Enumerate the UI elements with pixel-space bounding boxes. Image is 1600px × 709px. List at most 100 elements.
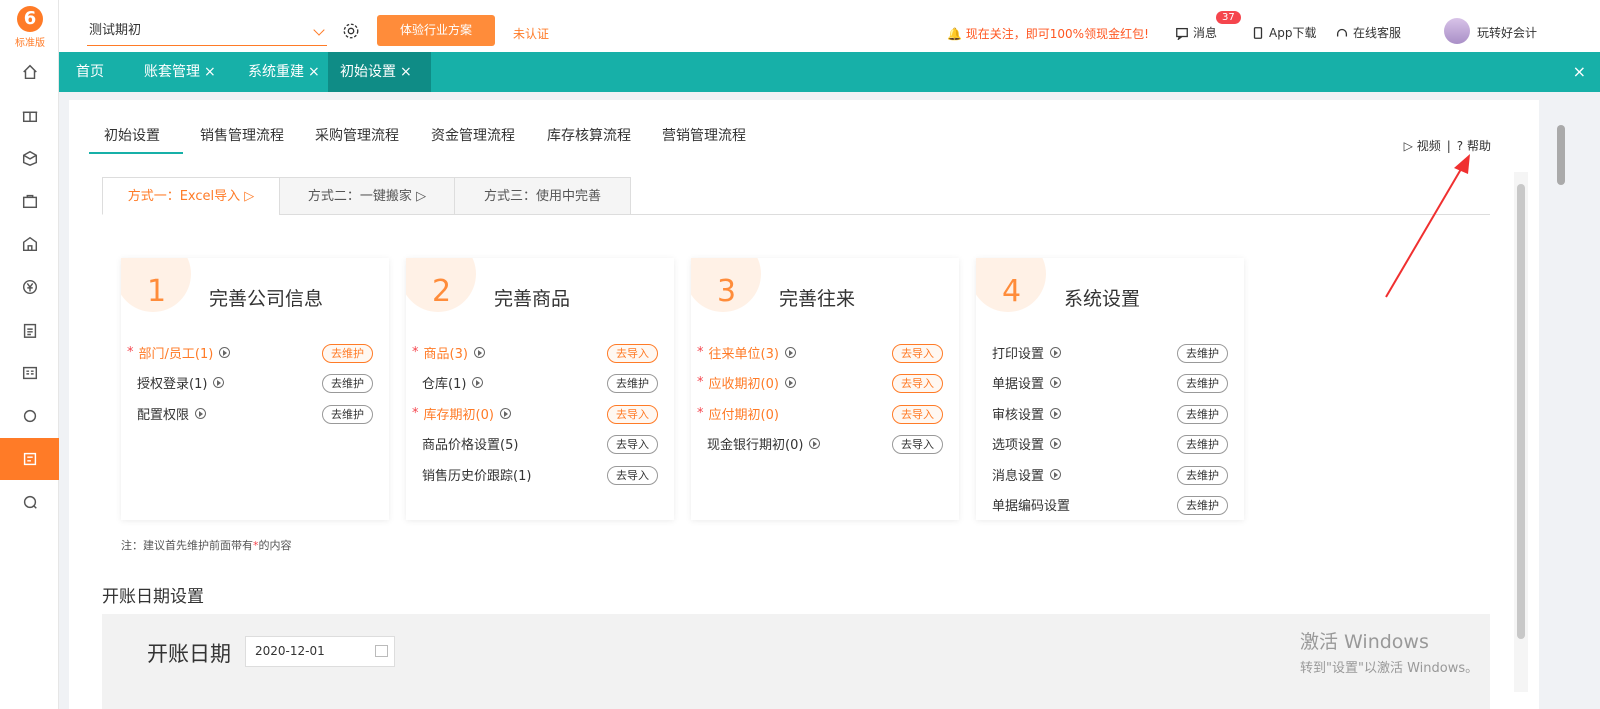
date-section-title: 开账日期设置 xyxy=(102,587,204,607)
card-item[interactable]: 授权登录(1) xyxy=(137,373,225,393)
maintain-button[interactable]: 去维护 xyxy=(322,374,373,394)
card-item[interactable]: * 应收期初(0) xyxy=(697,373,796,392)
maintain-button[interactable]: 去维护 xyxy=(1177,344,1228,363)
subtab-sales-flow[interactable]: 销售管理流程 xyxy=(200,125,284,145)
top-bar: 测试期初 体验行业方案 未认证 🔔 现在关注，即可100%领现金红包! 消息 3… xyxy=(59,0,1600,52)
mode-tab-excel[interactable]: 方式一：Excel导入 ▷ xyxy=(102,177,280,215)
card-item-label: 商品价格设置(5) xyxy=(422,438,519,454)
subtab-funds-flow[interactable]: 资金管理流程 xyxy=(431,125,515,145)
play-circle-icon[interactable] xyxy=(1050,347,1062,358)
play-circle-icon[interactable] xyxy=(499,407,511,419)
date-section: 开账日期 2020-12-01 xyxy=(102,614,1490,709)
building-icon[interactable] xyxy=(0,223,59,265)
card-item[interactable]: 仓库(1) xyxy=(422,373,484,392)
box-icon[interactable] xyxy=(0,137,59,179)
mode-tab-one-click[interactable]: 方式二：一键搬家 ▷ xyxy=(279,177,455,215)
promo-link[interactable]: 🔔 现在关注，即可100%领现金红包! xyxy=(947,25,1149,42)
play-circle-icon[interactable] xyxy=(1050,468,1062,480)
scroll-thumb[interactable] xyxy=(1517,184,1525,639)
subtab-purchase-flow[interactable]: 采购管理流程 xyxy=(315,125,399,145)
import-button[interactable]: 去导入 xyxy=(892,344,943,363)
import-button[interactable]: 去导入 xyxy=(607,435,658,455)
card-item[interactable]: * 库存期初(0) xyxy=(412,404,511,423)
bag-icon[interactable] xyxy=(0,180,59,222)
play-circle-icon[interactable] xyxy=(473,347,485,358)
tab-system-rebuild[interactable]: 系统重建 × xyxy=(236,52,332,92)
maintain-button[interactable]: 去维护 xyxy=(1177,404,1228,424)
maintain-button[interactable]: 去维护 xyxy=(1177,465,1228,485)
subtab-marketing-flow[interactable]: 营销管理流程 xyxy=(662,125,746,145)
import-button[interactable]: 去导入 xyxy=(892,435,943,455)
card-item[interactable]: 单据设置 xyxy=(992,373,1062,392)
maintain-button[interactable]: 去维护 xyxy=(607,374,658,394)
yen-icon[interactable] xyxy=(0,266,59,308)
import-button[interactable]: 去导入 xyxy=(892,404,943,424)
play-circle-icon[interactable] xyxy=(195,407,207,419)
play-circle-icon[interactable] xyxy=(472,377,484,389)
maintain-button[interactable]: 去维护 xyxy=(1177,435,1228,455)
play-circle-icon[interactable] xyxy=(213,377,225,389)
play-circle-icon[interactable] xyxy=(1050,438,1062,450)
card-item[interactable]: * 部门/员工(1) xyxy=(127,343,231,362)
import-button[interactable]: 去导入 xyxy=(607,404,658,424)
play-circle-icon[interactable] xyxy=(1050,407,1062,419)
list-icon[interactable] xyxy=(0,352,59,394)
refresh-icon[interactable] xyxy=(0,395,59,437)
play-circle-icon[interactable] xyxy=(1050,377,1062,389)
import-button[interactable]: 去导入 xyxy=(607,465,658,485)
clipboard-icon[interactable] xyxy=(0,309,59,351)
chat-icon[interactable] xyxy=(0,481,59,523)
setup-card: 3 完善往来 * 往来单位(3) 去导入 * 应收期初(0) 去导入 * 应付期初(0) 去导入 现金… xyxy=(691,258,959,520)
tab-initial-settings[interactable]: 初始设置 × xyxy=(328,52,431,92)
close-icon[interactable]: × xyxy=(308,64,320,80)
maintain-button[interactable]: 去维护 xyxy=(1177,496,1228,515)
gear-icon[interactable] xyxy=(342,22,360,40)
industry-trial-button[interactable]: 体验行业方案 xyxy=(377,15,495,46)
play-circle-icon[interactable] xyxy=(784,347,796,358)
account-select[interactable]: 测试期初 xyxy=(87,16,327,46)
mode-tab-in-use[interactable]: 方式三：使用中完善 xyxy=(454,177,631,215)
gift-icon[interactable] xyxy=(0,94,59,136)
card-item[interactable]: 选项设置 xyxy=(992,434,1062,453)
settings-panel-icon[interactable] xyxy=(0,438,59,480)
import-button[interactable]: 去导入 xyxy=(607,344,658,363)
subtab-inventory-flow[interactable]: 库存核算流程 xyxy=(547,125,631,145)
play-circle-icon[interactable] xyxy=(809,438,821,450)
panel-scrollbar[interactable] xyxy=(1514,172,1528,692)
import-button[interactable]: 去导入 xyxy=(892,374,943,394)
play-circle-icon[interactable] xyxy=(784,377,796,389)
page-scrollbar[interactable] xyxy=(1557,125,1565,185)
card-item[interactable]: 消息设置 xyxy=(992,465,1062,484)
play-circle-icon: ▷ xyxy=(416,189,427,204)
card-item[interactable]: 审核设置 xyxy=(992,404,1062,423)
maintain-button[interactable]: 去维护 xyxy=(322,344,373,363)
card-item[interactable]: 现金银行期初(0) xyxy=(707,434,821,453)
close-icon[interactable]: × xyxy=(204,64,216,80)
messages-button[interactable]: 消息 xyxy=(1175,24,1217,41)
card-item[interactable]: 商品价格设置(5) xyxy=(422,434,518,453)
card-item[interactable]: * 应付期初(0) xyxy=(697,404,779,423)
tab-home[interactable]: 首页 xyxy=(64,52,116,92)
avatar[interactable] xyxy=(1444,18,1470,44)
card-item-label: 授权登录(1) xyxy=(137,377,208,393)
tab-account-management[interactable]: 账套管理 × xyxy=(132,52,228,92)
close-icon[interactable]: × xyxy=(400,64,412,80)
card-item[interactable]: 单据编码设置 xyxy=(992,495,1070,514)
home-icon[interactable] xyxy=(0,51,59,93)
card-item[interactable]: 销售历史价跟踪(1) xyxy=(422,465,531,484)
open-date-input[interactable]: 2020-12-01 xyxy=(245,636,395,667)
maintain-button[interactable]: 去维护 xyxy=(1177,374,1228,394)
close-all-tabs-icon[interactable]: × xyxy=(1573,52,1586,92)
unverified-link[interactable]: 未认证 xyxy=(513,25,549,42)
card-item[interactable]: 打印设置 xyxy=(992,343,1062,362)
online-service-link[interactable]: 在线客服 xyxy=(1335,24,1401,41)
subtab-initial-settings[interactable]: 初始设置 xyxy=(104,125,160,145)
card-item[interactable]: 配置权限 xyxy=(137,404,207,423)
calendar-icon[interactable] xyxy=(375,645,388,657)
play-circle-icon[interactable] xyxy=(219,347,231,358)
user-name[interactable]: 玩转好会计 xyxy=(1477,24,1537,41)
card-item[interactable]: * 往来单位(3) xyxy=(697,343,796,362)
card-item[interactable]: * 商品(3) xyxy=(412,343,485,362)
app-download-link[interactable]: App下载 xyxy=(1251,24,1316,41)
maintain-button[interactable]: 去维护 xyxy=(322,404,373,424)
